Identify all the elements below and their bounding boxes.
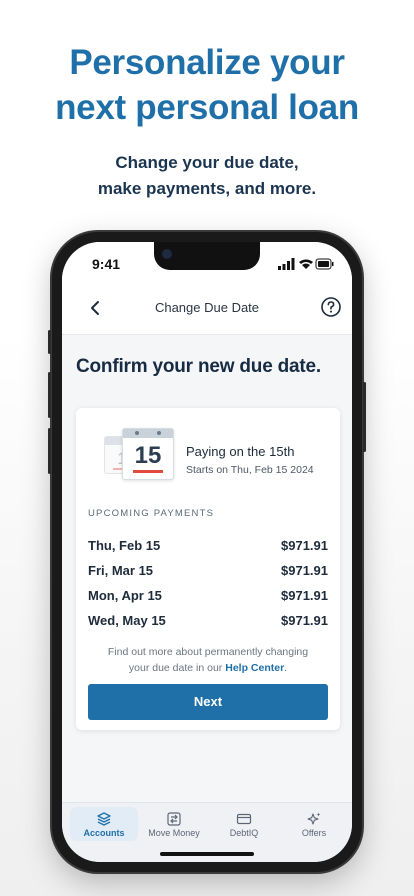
tab-move-money[interactable]: Move Money <box>140 807 208 841</box>
tab-accounts[interactable]: Accounts <box>70 807 138 841</box>
mute-switch <box>48 330 51 354</box>
status-icons <box>278 258 334 270</box>
due-date-card: 1 15 Paying on the 15th Starts on Thu, F… <box>76 408 340 730</box>
payment-date: Thu, Feb 15 <box>88 538 161 553</box>
volume-up-button <box>48 372 51 418</box>
tab-label: Offers <box>301 828 327 838</box>
marketing-subhead: Change your due date, make payments, and… <box>0 150 414 202</box>
tab-label: Move Money <box>148 828 200 838</box>
help-note: Find out more about permanently changing… <box>88 644 328 676</box>
payment-amount: $971.91 <box>281 588 328 603</box>
help-note-line-2: your due date in our Help Center. <box>128 662 288 674</box>
tab-label: Accounts <box>83 828 125 838</box>
help-center-link[interactable]: Help Center <box>225 662 284 674</box>
summary-title: Paying on the 15th <box>186 444 295 459</box>
payment-row: Fri, Mar 15 $971.91 <box>88 563 328 578</box>
payment-row: Thu, Feb 15 $971.91 <box>88 538 328 553</box>
next-button[interactable]: Next <box>88 684 328 720</box>
page-title: Confirm your new due date. <box>76 356 321 377</box>
nav-title: Change Due Date <box>154 300 260 315</box>
subhead-line-2: make payments, and more. <box>97 179 317 198</box>
notch <box>154 242 260 270</box>
power-button <box>363 382 366 452</box>
question-circle-icon[interactable] <box>320 296 342 318</box>
status-time: 9:41 <box>92 256 121 272</box>
payment-amount: $971.91 <box>281 613 328 628</box>
payment-row: Wed, May 15 $971.91 <box>88 613 328 628</box>
tab-label: DebtIQ <box>229 828 259 838</box>
volume-down-button <box>48 428 51 474</box>
home-indicator <box>160 852 254 856</box>
summary-subtitle: Starts on Thu, Feb 15 2024 <box>186 464 314 476</box>
card-icon <box>236 813 252 825</box>
nav-bar: Change Due Date <box>62 282 352 335</box>
phone-frame: 9:41 Change Due Date Confirm your new du… <box>48 232 366 872</box>
headline-line-2: next personal loan <box>55 88 359 127</box>
headline-line-1: Personalize your <box>69 43 345 82</box>
payment-row: Mon, Apr 15 $971.91 <box>88 588 328 603</box>
calendar-icon: 15 <box>122 428 174 480</box>
payment-date: Fri, Mar 15 <box>88 563 154 578</box>
payment-date: Mon, Apr 15 <box>88 588 162 603</box>
payment-date: Wed, May 15 <box>88 613 166 628</box>
camera-icon <box>162 249 172 259</box>
payment-amount: $971.91 <box>281 538 328 553</box>
upcoming-payments-label: UPCOMING PAYMENTS <box>88 508 215 519</box>
tab-debtiq[interactable]: DebtIQ <box>210 807 278 841</box>
transfer-icon <box>167 812 181 826</box>
app-screen: 9:41 Change Due Date Confirm your new du… <box>62 242 352 862</box>
subhead-line-1: Change your due date, <box>115 153 299 172</box>
sparkle-icon <box>307 812 321 825</box>
tab-offers[interactable]: Offers <box>280 807 348 841</box>
payment-amount: $971.91 <box>281 563 328 578</box>
help-note-line-1: Find out more about permanently changing <box>107 646 309 658</box>
layers-icon <box>97 812 111 826</box>
marketing-headline: Personalize your next personal loan <box>0 40 414 130</box>
